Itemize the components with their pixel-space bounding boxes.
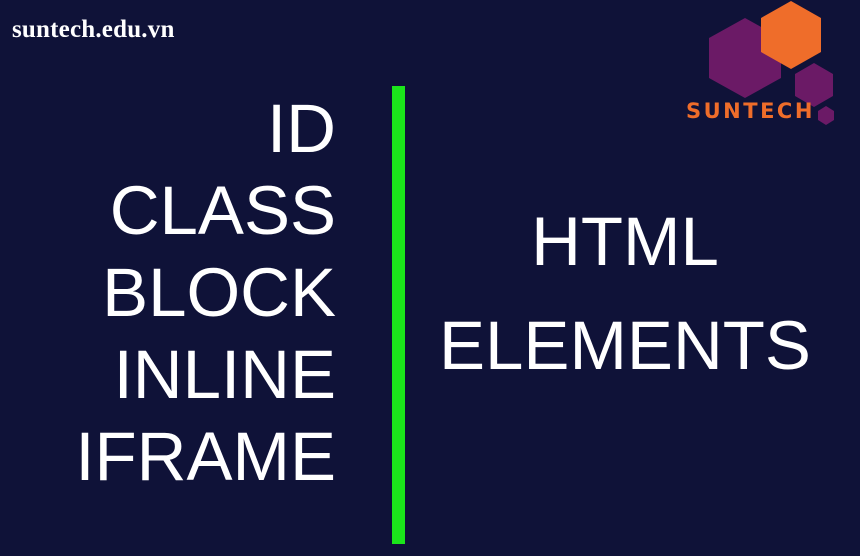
topic-iframe: IFRAME — [75, 418, 336, 495]
logo-text: SUNTECH — [686, 99, 815, 123]
topic-id: ID — [267, 90, 336, 167]
main-title: HTML ELEMENTS — [405, 194, 845, 402]
green-divider — [392, 86, 405, 544]
html-topics-list: ID CLASS BLOCK INLINE IFRAME — [75, 88, 336, 498]
topic-block: BLOCK — [102, 254, 336, 331]
topic-class: CLASS — [109, 172, 336, 249]
topic-inline: INLINE — [113, 336, 336, 413]
title-line-html: HTML — [531, 203, 719, 280]
title-line-elements: ELEMENTS — [439, 307, 811, 384]
site-url: suntech.edu.vn — [12, 16, 175, 43]
suntech-logo: SUNTECH — [680, 0, 850, 130]
